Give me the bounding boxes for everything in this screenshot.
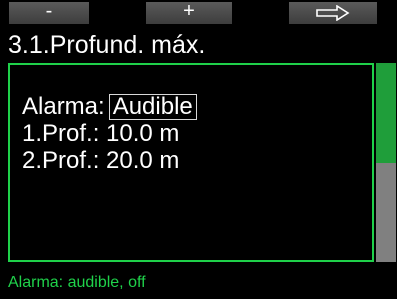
scrollbar-thumb[interactable] bbox=[376, 63, 396, 163]
minus-label: - bbox=[45, 0, 53, 22]
depth-1-label: 1.Prof.: bbox=[22, 120, 100, 147]
page-title: 3.1.Profund. máx. bbox=[8, 31, 206, 59]
settings-list: Alarma: Audible 1.Prof.: 10.0 m 2.Prof.: … bbox=[22, 93, 197, 174]
plus-label: + bbox=[183, 0, 195, 22]
setting-row-depth-2[interactable]: 2.Prof.: 20.0 m bbox=[22, 147, 197, 174]
alarm-label: Alarma: bbox=[22, 93, 105, 120]
scrollbar[interactable] bbox=[376, 63, 396, 262]
plus-softkey[interactable]: + bbox=[146, 0, 232, 24]
softkey-bar: - + bbox=[9, 0, 393, 24]
arrow-right-icon bbox=[316, 5, 350, 21]
settings-panel: Alarma: Audible 1.Prof.: 10.0 m 2.Prof.: … bbox=[8, 63, 374, 262]
depth-2-label: 2.Prof.: bbox=[22, 147, 100, 174]
setting-row-depth-1[interactable]: 1.Prof.: 10.0 m bbox=[22, 120, 197, 147]
next-softkey[interactable] bbox=[289, 2, 377, 24]
depth-2-value[interactable]: 20.0 m bbox=[106, 147, 179, 174]
minus-softkey[interactable]: - bbox=[9, 0, 89, 24]
setting-row-alarm[interactable]: Alarma: Audible bbox=[22, 93, 197, 120]
alarm-value[interactable]: Audible bbox=[108, 94, 197, 120]
depth-1-value[interactable]: 10.0 m bbox=[106, 120, 179, 147]
status-text: Alarma: audible, off bbox=[8, 274, 146, 291]
